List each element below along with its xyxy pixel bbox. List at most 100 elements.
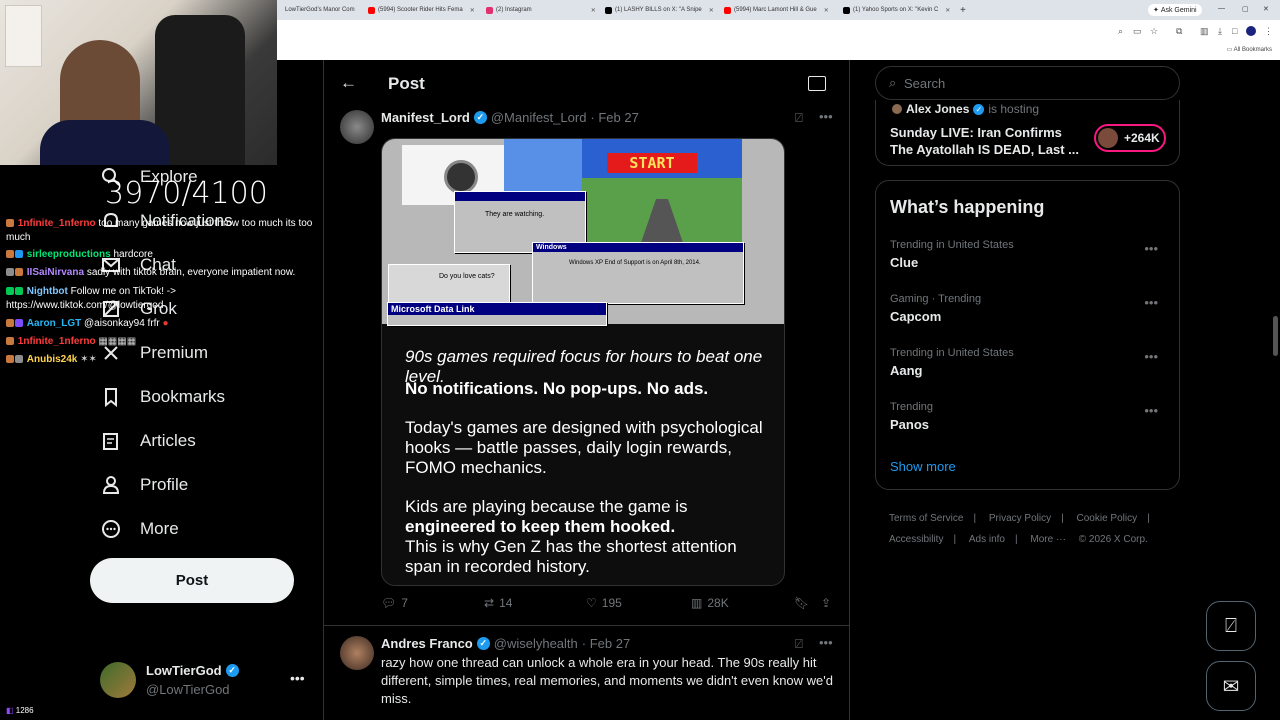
copyright: © 2026 X Corp. — [1078, 534, 1148, 545]
footer-link[interactable]: Terms of Service — [889, 513, 963, 524]
maximize-icon[interactable]: ▢ — [1242, 5, 1249, 13]
chat-badge-icon — [15, 268, 23, 277]
search-input[interactable]: ⌕ Search — [875, 66, 1180, 100]
browser-tab[interactable]: LowTierGod's Manor Com✕ — [282, 3, 362, 17]
chat-message: 1nfinite_1nferno too many games now just… — [6, 218, 312, 230]
browser-tab[interactable]: (5994) Scooter Rider Hits Fema ✕ — [368, 3, 480, 17]
new-tab-page-icon[interactable]: □ — [1232, 26, 1237, 36]
sparkle-icon: ✦ — [1153, 7, 1161, 14]
download-icon[interactable]: ⤓ — [1218, 26, 1222, 37]
reply-button[interactable]: 💬︎ 7 — [381, 596, 408, 610]
more-dots-icon[interactable]: ••• — [1144, 241, 1158, 256]
live-space-card[interactable]: Alex Jones ✓ is hosting Sunday LIVE: Iran … — [875, 100, 1180, 166]
popup-window: Windows Windows XP End of Support is on A… — [532, 242, 744, 304]
footer-link[interactable]: Accessibility — [889, 534, 943, 545]
trend-item[interactable]: Trending in United States Aang ••• — [890, 347, 1166, 378]
more-dots-icon[interactable]: ••• — [819, 635, 833, 650]
bookmark-button[interactable]: 🔖︎ — [794, 596, 809, 610]
live-listener-pill[interactable]: +264K — [1094, 124, 1166, 152]
more-dots-icon[interactable]: ••• — [1144, 403, 1158, 418]
close-tab-icon[interactable]: ✕ — [709, 7, 714, 14]
share-button[interactable]: ⇪ — [821, 596, 831, 610]
browser-tab[interactable]: (5994) Marc Lamont Hill & Gue ✕ — [724, 3, 836, 17]
post-button[interactable]: Post — [90, 558, 294, 603]
minimize-icon[interactable]: — — [1218, 5, 1225, 12]
share-icon: ⇪ — [821, 596, 832, 610]
zoom-icon[interactable]: ⌕ — [1118, 26, 1123, 37]
emote-icon: ✶✶ — [80, 354, 97, 365]
grok-icon[interactable]: ⍁ — [795, 110, 803, 126]
more-dots-icon[interactable]: ••• — [290, 670, 305, 686]
nav-more[interactable]: More — [100, 518, 179, 540]
show-more-link[interactable]: Show more — [890, 459, 956, 474]
reply-author[interactable]: Andres Franco ✓ @wiselyhealth · Feb 27 — [381, 636, 630, 651]
messages-fab-button[interactable]: ✉ — [1206, 661, 1256, 711]
chat-badge-icon — [15, 355, 23, 364]
stream-goal-counter: 3970/4100 — [105, 176, 268, 211]
footer-link[interactable]: More ··· — [1030, 534, 1066, 545]
extensions-icon[interactable]: ⧉ — [1176, 26, 1182, 37]
browser-tab[interactable]: (1) LASHY BILLS on X: "A Snipe ✕ — [605, 3, 717, 17]
views-button[interactable]: ▥ 28K — [691, 596, 729, 610]
viewer-count: ◧ 1286 — [6, 706, 34, 715]
more-dots-icon[interactable]: ••• — [819, 109, 833, 124]
close-tab-icon[interactable]: ✕ — [945, 7, 950, 14]
browser-tab[interactable]: (1) Yahoo Sports on X: "Kevin C ✕ — [843, 3, 955, 17]
avatar[interactable] — [340, 636, 374, 670]
account-switcher[interactable]: LowTierGod ✓ @LowTierGod ••• — [100, 660, 310, 700]
close-tab-icon[interactable]: ✕ — [591, 7, 596, 14]
browser-tab[interactable]: (2) Instagram ✕ — [486, 3, 598, 17]
profile-avatar-icon[interactable] — [1246, 26, 1256, 36]
nav-profile[interactable]: Profile — [100, 474, 188, 496]
back-arrow-icon[interactable]: ← — [340, 73, 357, 93]
footer-link[interactable]: Cookie Policy — [1077, 513, 1138, 524]
popup-text: Do you love cats? — [439, 273, 495, 280]
star-icon[interactable]: ☆ — [1150, 26, 1158, 37]
live-title: Sunday LIVE: Iran Confirms The Ayatollah… — [890, 125, 1080, 157]
scrollbar-thumb[interactable] — [1273, 316, 1278, 356]
all-bookmarks-link[interactable]: ▭ All Bookmarks — [1227, 46, 1272, 53]
trend-item[interactable]: Gaming · Trending Capcom ••• — [890, 293, 1166, 324]
close-tab-icon[interactable]: ✕ — [470, 7, 475, 14]
grok-fab-button[interactable]: ⍁ — [1206, 601, 1256, 651]
tweet-actions: 💬︎ 7 ⇄ 14 ♡ 195 ▥ 28K 🔖︎ ⇪ — [381, 596, 836, 616]
bar-chart-icon: ▥ — [691, 596, 703, 610]
bookmark-icon: 🔖︎ — [794, 596, 810, 610]
grok-icon: ⍁ — [1225, 614, 1237, 637]
chat-badge-icon — [6, 319, 14, 328]
nav-articles[interactable]: Articles — [100, 430, 196, 452]
avatar — [1098, 128, 1118, 148]
close-window-icon[interactable]: ✕ — [1263, 5, 1269, 13]
eye-iris — [444, 160, 478, 194]
trend-item[interactable]: Trending in United States Clue ••• — [890, 239, 1166, 270]
account-handle: @LowTierGod — [146, 682, 230, 697]
footer-link[interactable]: Privacy Policy — [989, 513, 1051, 524]
cast-icon[interactable]: ▭ — [1133, 26, 1142, 37]
verified-badge-icon: ✓ — [225, 664, 239, 677]
avatar — [100, 662, 136, 698]
close-tab-icon[interactable]: ✕ — [824, 7, 829, 14]
tweet-author[interactable]: Manifest_Lord ✓ @Manifest_Lord · Feb 27 — [381, 110, 639, 125]
chat-badge-icon — [6, 287, 14, 296]
like-button[interactable]: ♡ 195 — [586, 596, 622, 610]
chat-message: Nightbot Follow me on TikTok! -> — [6, 286, 176, 298]
start-banner: START — [607, 153, 697, 173]
trend-item[interactable]: Trending Panos ••• — [890, 401, 1166, 432]
tweet-image[interactable]: START They are watching. Windows Windows … — [381, 138, 785, 586]
repost-button[interactable]: ⇄ 14 — [484, 596, 512, 610]
avatar[interactable] — [340, 110, 374, 144]
image-caption: engineered to keep them hooked. — [405, 517, 676, 536]
ask-gemini-button[interactable]: ✦ Ask Gemini — [1148, 4, 1202, 16]
retro-collage-image: START They are watching. Windows Windows … — [382, 139, 784, 326]
reader-mode-icon[interactable] — [808, 76, 826, 91]
live-host: Alex Jones ✓ is hosting — [892, 102, 1039, 116]
nav-bookmarks[interactable]: Bookmarks — [100, 386, 225, 408]
menu-kebab-icon[interactable]: ⋮ — [1264, 26, 1273, 37]
chat-badge-icon — [6, 219, 14, 228]
new-tab-icon[interactable]: + — [960, 3, 970, 17]
footer-link[interactable]: Ads info — [969, 534, 1005, 545]
more-dots-icon[interactable]: ••• — [1144, 349, 1158, 364]
more-dots-icon[interactable]: ••• — [1144, 295, 1158, 310]
grok-icon[interactable]: ⍁ — [795, 636, 803, 652]
sidebar-icon[interactable]: ▥ — [1200, 26, 1209, 37]
